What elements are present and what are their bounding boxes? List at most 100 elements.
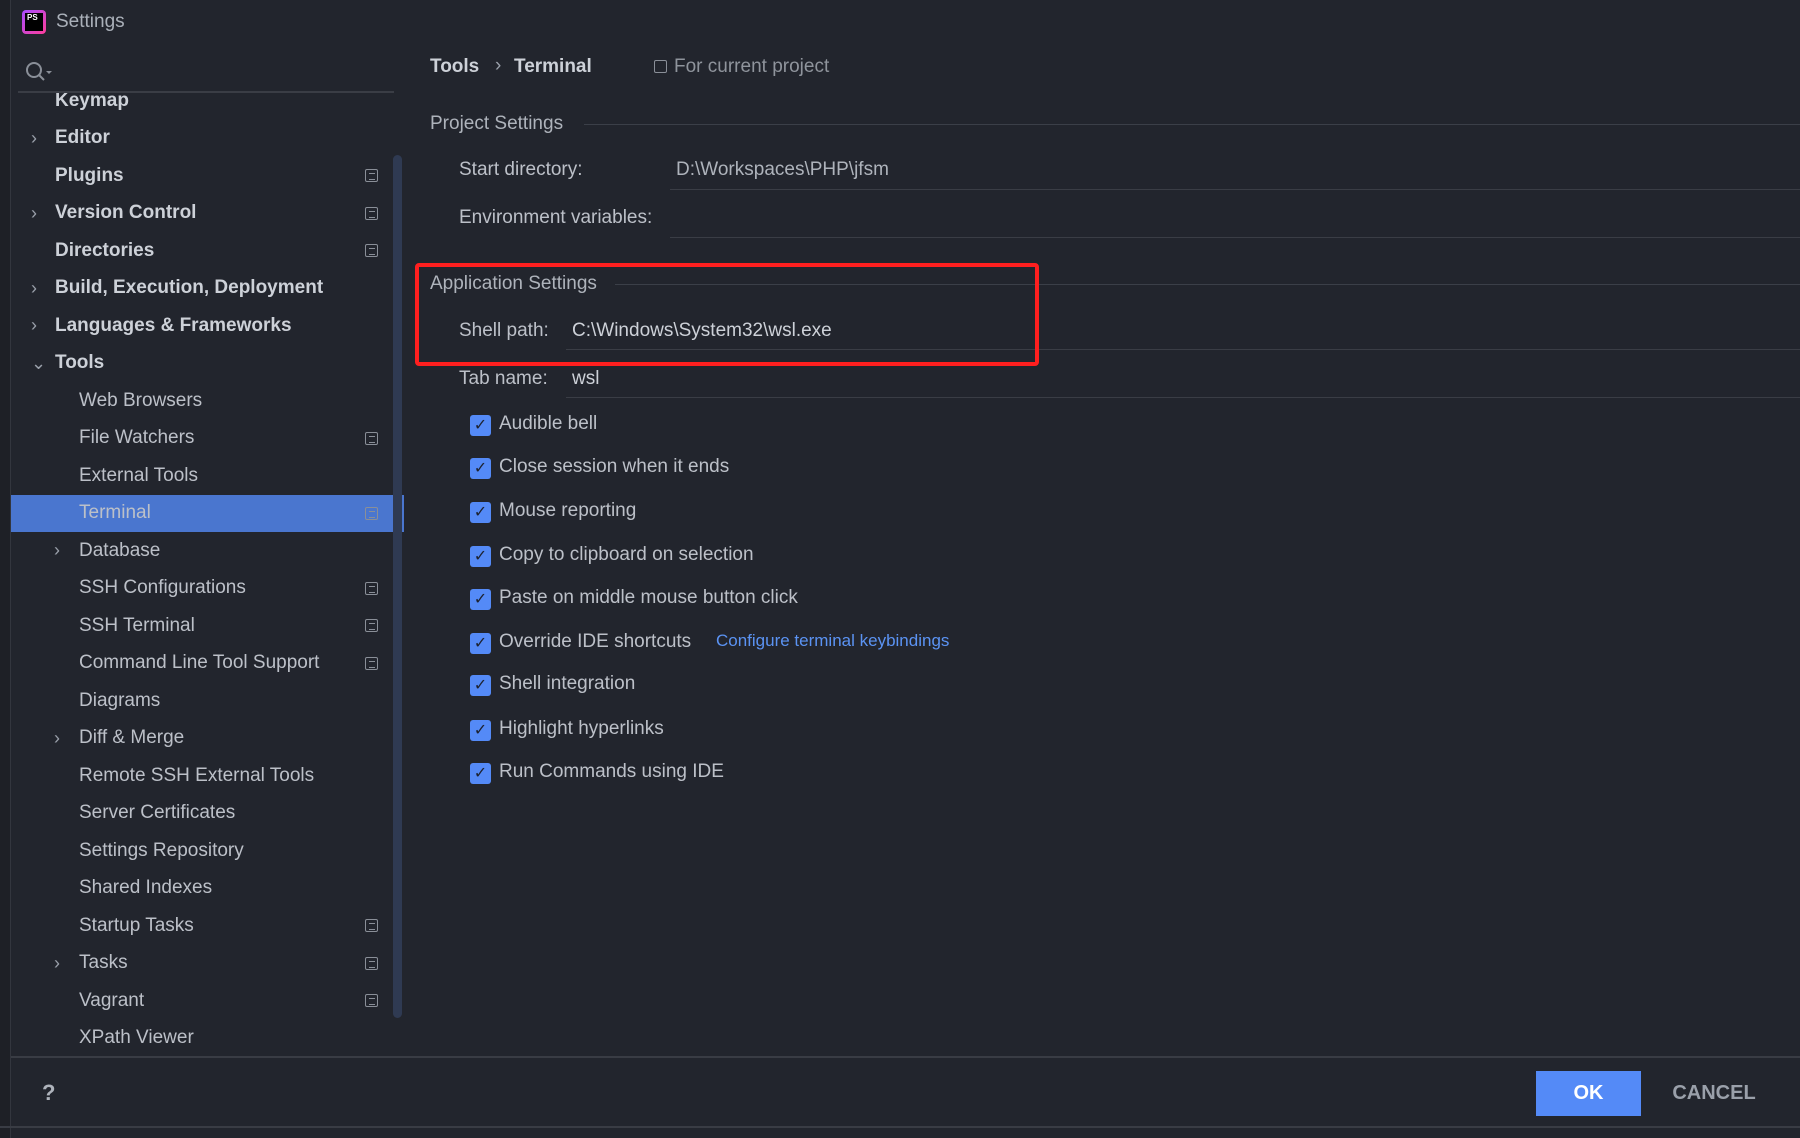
checkbox-label[interactable]: Mouse reporting (499, 500, 636, 522)
project-level-icon (365, 619, 378, 633)
environment-variables-label: Environment variables: (459, 207, 653, 228)
chevron-right-icon[interactable]: › (54, 540, 60, 561)
project-settings-heading: Project Settings (430, 113, 564, 134)
sidebar-item-label: Startup Tasks (79, 914, 194, 936)
sidebar-item-settings-repository[interactable]: Settings Repository (11, 832, 393, 870)
checkbox-label[interactable]: Audible bell (499, 413, 597, 435)
sidebar-item-label: File Watchers (79, 427, 195, 449)
tab-name-underline (566, 397, 1800, 398)
sidebar-item-label: Tools (55, 352, 105, 374)
phpstorm-logo-icon: PS (22, 10, 46, 34)
sidebar-item-tools[interactable]: ⌄ Tools (11, 345, 393, 383)
checkbox-label[interactable]: Shell integration (499, 673, 635, 695)
sidebar-item-startup-tasks[interactable]: Startup Tasks (11, 907, 393, 945)
breadcrumb-tools[interactable]: Tools (430, 56, 479, 78)
sidebar-item-ssh-configurations[interactable]: SSH Configurations (11, 570, 393, 608)
sidebar-item-external-tools[interactable]: External Tools (11, 457, 393, 495)
environment-variables-input[interactable] (670, 200, 1800, 237)
checkbox[interactable]: ✓ (470, 415, 491, 436)
cancel-button[interactable]: CANCEL (1650, 1071, 1778, 1116)
checkbox[interactable]: ✓ (470, 502, 491, 523)
chevron-down-icon[interactable]: ⌄ (31, 353, 46, 374)
sidebar-item-label: Server Certificates (79, 802, 236, 824)
checkbox-label[interactable]: Paste on middle mouse button click (499, 587, 798, 609)
sidebar-item-label: Plugins (55, 164, 124, 186)
checkbox[interactable]: ✓ (470, 458, 491, 479)
sidebar-item-shared-indexes[interactable]: Shared Indexes (11, 870, 393, 908)
sidebar-item-label: Remote SSH External Tools (79, 764, 315, 786)
sidebar-item-label: Vagrant (79, 989, 145, 1011)
sidebar-scrollbar[interactable] (393, 155, 402, 1018)
chevron-right-icon[interactable]: › (31, 278, 37, 299)
sidebar-item-editor[interactable]: › Editor (11, 120, 393, 158)
sidebar-item-label: Languages & Frameworks (55, 314, 292, 336)
sidebar-item-vagrant[interactable]: Vagrant (11, 982, 393, 1020)
highlight-annotation-box (415, 263, 1039, 366)
start-directory-label: Start directory: (459, 159, 583, 180)
search-icon[interactable] (24, 60, 54, 82)
sidebar-item-xpath-viewer[interactable]: XPath Viewer (11, 1020, 393, 1057)
project-scope-icon (654, 60, 667, 73)
sidebar-item-command-line-tool-support[interactable]: Command Line Tool Support (11, 645, 393, 683)
chevron-right-icon[interactable]: › (31, 128, 37, 149)
chevron-right-icon[interactable]: › (31, 203, 37, 224)
start-directory-input[interactable]: D:\Workspaces\PHP\jfsm (676, 159, 889, 181)
checkbox[interactable]: ✓ (470, 720, 491, 741)
tab-name-input[interactable]: wsl (572, 368, 599, 390)
checkbox-label[interactable]: Close session when it ends (499, 456, 729, 478)
sidebar-item-terminal[interactable]: Terminal (11, 494, 404, 532)
sidebar-item-languages-frameworks[interactable]: › Languages & Frameworks (11, 307, 393, 345)
project-level-icon (365, 656, 378, 670)
checkbox-label[interactable]: Override IDE shortcuts (499, 631, 691, 653)
sidebar-item-label: Directories (55, 239, 155, 261)
sidebar-item-server-certificates[interactable]: Server Certificates (11, 795, 393, 833)
background-editor-strip (0, 0, 11, 1138)
sidebar-item-diff-merge[interactable]: › Diff & Merge (11, 720, 393, 758)
checkbox-label[interactable]: Highlight hyperlinks (499, 718, 664, 740)
ok-button[interactable]: OK (1536, 1071, 1641, 1116)
checkbox[interactable]: ✓ (470, 633, 491, 654)
configure-keybindings-link[interactable]: Configure terminal keybindings (716, 631, 949, 651)
sidebar-item-plugins[interactable]: Plugins (11, 157, 393, 195)
sidebar-item-directories[interactable]: Directories (11, 232, 393, 270)
sidebar-item-diagrams[interactable]: Diagrams (11, 682, 393, 720)
chevron-right-icon[interactable]: › (31, 315, 37, 336)
checkbox-label[interactable]: Copy to clipboard on selection (499, 544, 754, 566)
breadcrumb-separator: › (495, 55, 502, 76)
sidebar-item-label: SSH Terminal (79, 614, 195, 636)
tab-name-label: Tab name: (459, 368, 548, 389)
sidebar-item-label: Diagrams (79, 689, 161, 711)
sidebar-item-ssh-terminal[interactable]: SSH Terminal (11, 607, 393, 645)
sidebar-item-version-control[interactable]: › Version Control (11, 195, 393, 233)
sidebar-item-database[interactable]: › Database (11, 532, 393, 570)
sidebar-item-web-browsers[interactable]: Web Browsers (11, 382, 393, 420)
scope-label: For current project (674, 56, 830, 77)
sidebar-item-label: External Tools (79, 464, 198, 486)
chevron-right-icon[interactable]: › (54, 953, 60, 974)
project-level-icon (365, 169, 378, 183)
sidebar-item-label: Diff & Merge (79, 727, 185, 749)
section-divider (584, 124, 1800, 125)
sidebar-item-label: Build, Execution, Deployment (55, 277, 324, 299)
checkbox[interactable]: ✓ (470, 546, 491, 567)
sidebar-item-tasks[interactable]: › Tasks (11, 945, 393, 983)
sidebar-item-file-watchers[interactable]: File Watchers (11, 420, 393, 458)
help-button[interactable]: ? (42, 1080, 55, 1106)
project-level-icon (365, 919, 378, 933)
sidebar-item-label: Command Line Tool Support (79, 652, 320, 674)
checkbox[interactable]: ✓ (470, 763, 491, 784)
project-level-icon (365, 206, 378, 220)
checkbox[interactable]: ✓ (470, 675, 491, 696)
chevron-right-icon[interactable]: › (54, 728, 60, 749)
window-title: Settings (56, 11, 125, 32)
project-level-icon (365, 506, 378, 520)
checkbox[interactable]: ✓ (470, 589, 491, 610)
sidebar-item-label: Editor (55, 127, 110, 149)
project-level-icon (365, 956, 378, 970)
sidebar-item-remote-ssh-external-tools[interactable]: Remote SSH External Tools (11, 757, 393, 795)
project-level-icon (365, 581, 378, 595)
footer-divider (11, 1056, 1800, 1058)
sidebar-item-keymap[interactable]: Keymap (11, 93, 393, 120)
checkbox-label[interactable]: Run Commands using IDE (499, 761, 724, 783)
sidebar-item-build-execution-deployment[interactable]: › Build, Execution, Deployment (11, 270, 393, 308)
